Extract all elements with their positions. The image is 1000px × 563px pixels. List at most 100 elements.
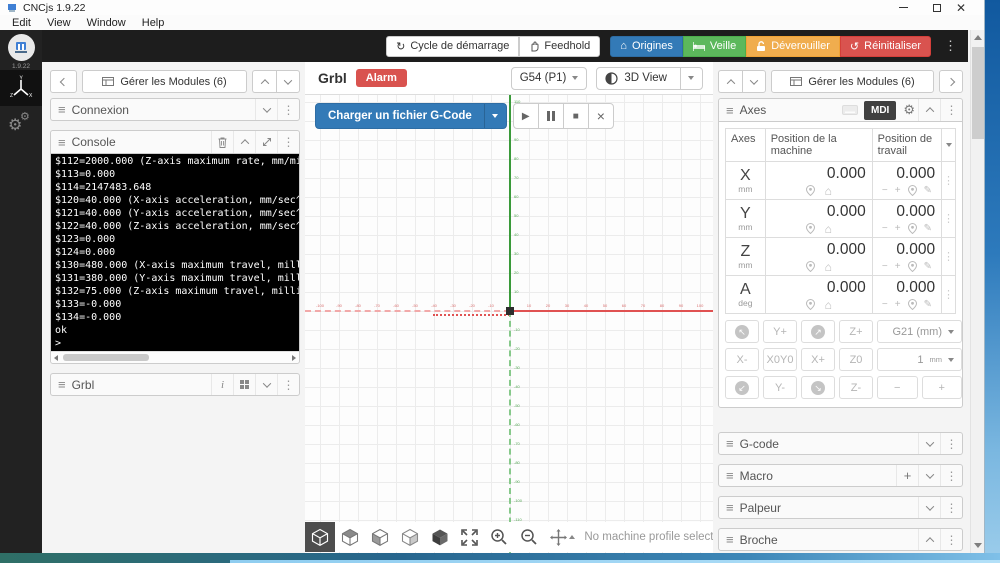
view-3d-button[interactable] — [425, 522, 455, 552]
grbl-queue-reports-button[interactable] — [233, 374, 255, 395]
home-icon[interactable]: ⌂ — [825, 186, 832, 196]
minus-icon[interactable]: − — [882, 261, 888, 272]
jog-xy-se-button[interactable]: ↘ — [801, 376, 835, 399]
edit-icon[interactable]: ✎ — [924, 223, 932, 234]
unload-button[interactable]: × — [588, 103, 614, 129]
vscroll-thumb[interactable] — [972, 47, 984, 139]
feedhold-button[interactable]: Feedhold — [519, 36, 600, 57]
load-gcode-caret[interactable] — [484, 104, 506, 128]
load-gcode-button[interactable]: Charger un fichier G-Code — [315, 103, 507, 129]
pin-icon[interactable] — [806, 299, 815, 310]
menu-window[interactable]: Window — [79, 17, 134, 29]
connection-collapse-button[interactable] — [255, 99, 277, 120]
move-widget-down-button[interactable] — [742, 70, 766, 93]
plus-icon[interactable]: + — [895, 299, 901, 310]
gcode-menu-button[interactable]: ⋮ — [940, 433, 962, 454]
drag-handle-icon[interactable]: ≡ — [726, 468, 734, 483]
minus-icon[interactable]: − — [882, 223, 888, 234]
step-size-dropdown[interactable]: 1mm — [877, 348, 962, 371]
menu-edit[interactable]: Edit — [4, 17, 39, 29]
pin-icon[interactable] — [908, 223, 917, 234]
step-decrease-button[interactable]: − — [877, 376, 918, 399]
move-widget-down-button[interactable] — [276, 70, 300, 93]
step-increase-button[interactable]: + — [922, 376, 963, 399]
grbl-collapse-button[interactable] — [255, 374, 277, 395]
view-front-button[interactable] — [365, 522, 395, 552]
jog-y-plus-button[interactable]: Y+ — [763, 320, 797, 343]
home-icon[interactable]: ⌂ — [825, 224, 832, 234]
view-isometric-button[interactable] — [305, 522, 335, 552]
gcode-widget-header[interactable]: ≡ G-code ⋮ — [718, 432, 963, 455]
console-collapse-button[interactable] — [233, 131, 255, 153]
pan-mode-dropdown[interactable] — [544, 529, 580, 546]
spindle-menu-button[interactable]: ⋮ — [940, 529, 962, 550]
view-top-button[interactable] — [335, 522, 365, 552]
collapse-left-panel-button[interactable] — [50, 70, 77, 93]
reset-button[interactable]: ↺ Réinitialiser — [840, 36, 931, 57]
pin-icon[interactable] — [806, 223, 815, 234]
macro-widget-header[interactable]: ≡ Macro + ⋮ — [718, 464, 963, 487]
stop-button[interactable]: ■ — [563, 103, 589, 129]
axis-row-menu[interactable]: ⋮ — [942, 238, 955, 275]
minus-icon[interactable]: − — [882, 299, 888, 310]
pin-icon[interactable] — [908, 261, 917, 272]
scroll-down-button[interactable] — [971, 538, 985, 553]
console-hscrollbar[interactable] — [51, 351, 299, 363]
minus-icon[interactable]: − — [882, 185, 888, 196]
view-side-button[interactable] — [395, 522, 425, 552]
probe-menu-button[interactable]: ⋮ — [940, 497, 962, 518]
view-mode-dropdown[interactable]: 3D View — [596, 67, 703, 90]
zoom-out-button[interactable] — [514, 522, 544, 552]
pause-button[interactable] — [538, 103, 564, 129]
workspace-dropdown[interactable]: G54 (P1) — [511, 67, 588, 90]
jog-xy-sw-button[interactable]: ↙ — [725, 376, 759, 399]
zoom-fit-button[interactable] — [454, 522, 484, 552]
jog-xy-ne-button[interactable]: ↗ — [801, 320, 835, 343]
edit-icon[interactable]: ✎ — [924, 299, 932, 310]
probe-widget-header[interactable]: ≡ Palpeur ⋮ — [718, 496, 963, 519]
macro-menu-button[interactable]: ⋮ — [940, 465, 962, 486]
edit-icon[interactable]: ✎ — [924, 261, 932, 272]
work-position-dropdown[interactable] — [942, 129, 955, 161]
homing-button[interactable]: ⌂ Origines — [610, 36, 683, 57]
connection-menu-button[interactable]: ⋮ — [277, 99, 299, 120]
macro-collapse-button[interactable] — [918, 465, 940, 486]
axis-row-menu[interactable]: ⋮ — [942, 276, 955, 313]
rail-workspace-button[interactable]: Y Z X — [0, 70, 42, 106]
jog-xy-zero-button[interactable]: X0Y0 — [763, 348, 797, 371]
drag-handle-icon[interactable]: ≡ — [58, 102, 66, 117]
drag-handle-icon[interactable]: ≡ — [726, 500, 734, 515]
jog-z-zero-button[interactable]: Z0 — [839, 348, 873, 371]
scroll-up-button[interactable] — [971, 30, 985, 45]
console-widget-header[interactable]: ≡ Console ⋮ — [51, 131, 299, 154]
drag-handle-icon[interactable]: ≡ — [726, 436, 734, 451]
hscroll-thumb[interactable] — [63, 354, 149, 361]
grbl-info-button[interactable]: i — [211, 374, 233, 395]
axes-menu-button[interactable]: ⋮ — [940, 99, 962, 121]
units-dropdown[interactable]: G21 (mm) — [877, 320, 962, 343]
app-vscrollbar[interactable] — [970, 30, 984, 553]
drag-handle-icon[interactable]: ≡ — [58, 135, 66, 150]
mdi-button[interactable]: MDI — [864, 101, 896, 120]
axis-row-menu[interactable]: ⋮ — [942, 162, 955, 199]
close-button[interactable]: ✕ — [948, 0, 974, 15]
grbl-widget-header[interactable]: ≡ Grbl i ⋮ — [50, 373, 300, 396]
axis-row-menu[interactable]: ⋮ — [942, 200, 955, 237]
edit-icon[interactable]: ✎ — [924, 185, 932, 196]
drag-handle-icon[interactable]: ≡ — [726, 532, 734, 547]
probe-collapse-button[interactable] — [918, 497, 940, 518]
visualizer-canvas[interactable]: -100-90-80-70-60-50-40-30-20-10102030405… — [305, 95, 713, 553]
connection-widget-header[interactable]: ≡ Connexion ⋮ — [50, 98, 300, 121]
drag-handle-icon[interactable]: ≡ — [726, 103, 734, 118]
move-widget-up-button[interactable] — [718, 70, 742, 93]
axes-collapse-button[interactable] — [918, 99, 940, 121]
cycle-start-button[interactable]: ↻ Cycle de démarrage — [386, 36, 519, 57]
run-button[interactable]: ▶ — [513, 103, 539, 129]
jog-z-plus-button[interactable]: Z+ — [839, 320, 873, 343]
collapse-right-panel-button[interactable] — [939, 70, 963, 93]
spindle-collapse-button[interactable] — [918, 529, 940, 550]
drag-handle-icon[interactable]: ≡ — [58, 377, 66, 392]
jog-xy-nw-button[interactable]: ↖ — [725, 320, 759, 343]
pin-icon[interactable] — [908, 299, 917, 310]
controller-state-badge[interactable]: Alarm — [356, 69, 407, 87]
